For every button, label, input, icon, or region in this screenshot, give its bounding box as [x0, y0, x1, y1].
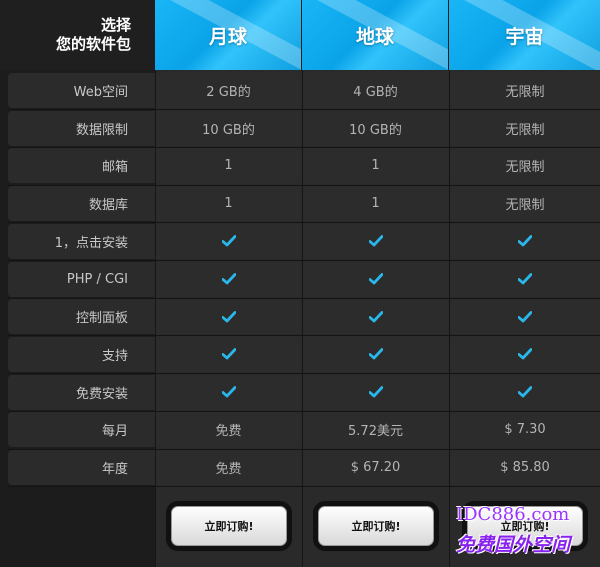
table-row: 支持	[0, 336, 600, 373]
cell-check	[303, 336, 448, 372]
cell-check	[450, 223, 600, 259]
row-label: 数据限制	[8, 110, 155, 146]
plan-name: 月球	[208, 25, 247, 48]
row-label: 数据库	[8, 186, 155, 222]
cell-check	[450, 261, 600, 297]
cell-value: $ 85.80	[450, 450, 600, 485]
plan-header-universe: 宇宙	[449, 0, 600, 70]
cell-value: 1	[156, 186, 301, 222]
cell-check	[303, 261, 448, 297]
plan-name: 宇宙	[505, 25, 544, 48]
row-label: 邮箱	[8, 148, 155, 184]
cell-check	[156, 223, 301, 259]
checkmark-icon	[221, 273, 236, 285]
row-label: 支持	[8, 336, 155, 372]
row-divider	[8, 486, 600, 488]
checkmark-icon	[518, 273, 532, 285]
checkmark-icon	[518, 310, 532, 323]
checkmark-icon	[368, 310, 383, 323]
checkmark-icon	[518, 235, 532, 247]
checkmark-icon	[221, 235, 236, 247]
cell-value: 1	[156, 148, 301, 184]
table-row: PHP / CGI	[0, 261, 600, 298]
checkmark-icon	[221, 386, 236, 398]
row-label: 免费安装	[8, 374, 155, 410]
table-row: Web空间 2 GB的 4 GB的 无限制	[0, 72, 600, 109]
cell-value: 4 GB的	[303, 73, 448, 108]
checkmark-icon	[368, 273, 383, 285]
table-row: 年度 免费 $ 67.20 $ 85.80	[0, 449, 600, 486]
cell-check	[156, 374, 301, 410]
order-now-button-universe[interactable]: 立即订购!	[467, 506, 583, 546]
row-label: Web空间	[8, 73, 155, 108]
cell-check	[450, 336, 600, 372]
checkmark-icon	[368, 235, 383, 247]
plan-header-moon: 月球	[155, 0, 301, 70]
cell-value: 无限制	[450, 186, 600, 222]
checkmark-icon	[221, 310, 236, 323]
table-row: 免费安装	[0, 374, 600, 411]
cell-value: 10 GB的	[156, 110, 301, 146]
cell-value: 无限制	[450, 110, 600, 146]
cell-value: 10 GB的	[303, 110, 448, 146]
header-corner: 选择 您的软件包	[0, 0, 155, 70]
checkmark-icon	[518, 386, 532, 398]
cell-check	[450, 374, 600, 410]
plan-header-earth: 地球	[302, 0, 448, 70]
checkmark-icon	[518, 348, 532, 360]
table-row: 数据限制 10 GB的 10 GB的 无限制	[0, 110, 600, 147]
cell-value: 免费	[156, 412, 301, 448]
row-label: 每月	[8, 412, 155, 448]
cell-value: 1	[303, 186, 448, 222]
table-row: 控制面板	[0, 298, 600, 335]
pricing-table: 选择 您的软件包 月球 地球 宇宙 Web空间 2 GB的 4 GB的 无限制 数据限制…	[0, 0, 600, 567]
checkmark-icon	[368, 348, 383, 360]
plan-name: 地球	[355, 25, 394, 48]
table-row: 数据库 1 1 无限制	[0, 185, 600, 222]
cell-value: 2 GB的	[156, 73, 301, 108]
cell-value: $ 67.20	[303, 450, 448, 485]
corner-title-line1: 选择	[100, 16, 131, 34]
table-row: 每月 免费 5.72美元 $ 7.30	[0, 411, 600, 448]
row-label: PHP / CGI	[8, 261, 155, 297]
cell-value: 5.72美元	[303, 412, 448, 448]
cell-value: 无限制	[450, 148, 600, 184]
cell-check	[303, 223, 448, 259]
cell-check	[156, 336, 301, 372]
cell-value: $ 7.30	[450, 412, 600, 448]
cell-value: 1	[303, 148, 448, 184]
corner-title-line2: 您的软件包	[55, 35, 131, 53]
cell-check	[156, 261, 301, 297]
checkmark-icon	[368, 386, 383, 398]
row-label: 1，点击安装	[8, 223, 155, 259]
row-label: 控制面板	[8, 299, 155, 335]
table-row: 1，点击安装	[0, 223, 600, 260]
order-now-button-earth[interactable]: 立即订购!	[318, 506, 434, 546]
table-row: 邮箱 1 1 无限制	[0, 147, 600, 184]
cell-check	[156, 299, 301, 335]
row-label: 年度	[8, 450, 155, 485]
cell-value: 免费	[156, 450, 301, 485]
checkmark-icon	[221, 348, 236, 360]
order-now-button-moon[interactable]: 立即订购!	[171, 506, 287, 546]
cell-check	[303, 299, 448, 335]
cell-value: 无限制	[450, 73, 600, 108]
cell-check	[450, 299, 600, 335]
cell-check	[303, 374, 448, 410]
